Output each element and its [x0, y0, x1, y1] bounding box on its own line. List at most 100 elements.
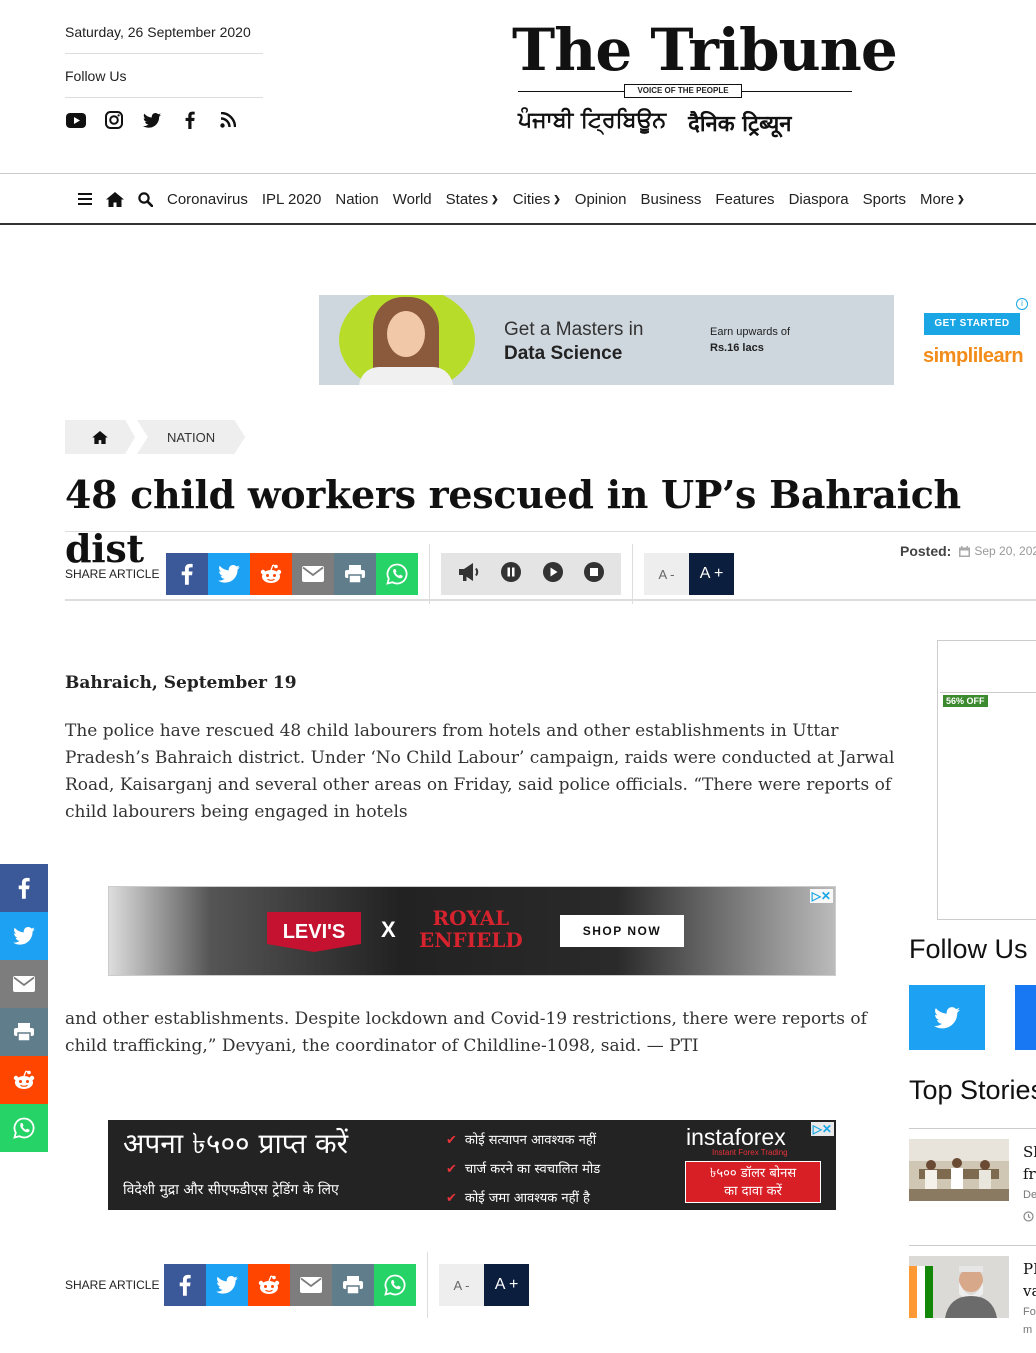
print-button[interactable]	[332, 1264, 374, 1306]
breadcrumb-section[interactable]: NATION	[137, 420, 246, 454]
facebook-icon	[179, 1274, 191, 1296]
share-facebook-button[interactable]	[166, 553, 208, 595]
nav-item-diaspora[interactable]: Diaspora	[782, 191, 856, 208]
nav-item-coronavirus[interactable]: Coronavirus	[160, 191, 255, 208]
audio-player	[441, 553, 621, 595]
share-reddit-button[interactable]	[250, 553, 292, 595]
rss-icon[interactable]	[217, 109, 239, 131]
nav-item-sports[interactable]: Sports	[856, 191, 913, 208]
facebook-icon[interactable]	[179, 109, 201, 131]
nav-label: Opinion	[574, 190, 627, 208]
nav-item-business[interactable]: Business	[633, 191, 708, 208]
ad-feature: ✔ कोई जमा आवश्यक नहीं है	[446, 1184, 600, 1210]
menu-icon[interactable]	[70, 174, 100, 224]
print-icon	[14, 1023, 34, 1041]
divider	[427, 1252, 428, 1318]
whatsapp-icon	[384, 1274, 406, 1296]
speaker-icon[interactable]	[457, 562, 481, 587]
share-email-button[interactable]	[290, 1264, 332, 1306]
sidebar-ad-box[interactable]: 56% OFF	[937, 640, 1036, 920]
share-twitter-button[interactable]	[0, 912, 48, 960]
play-icon[interactable]	[542, 561, 564, 588]
claim-bonus-button[interactable]: ৳५०० डॉलर बोनस का दावा करें	[685, 1161, 821, 1203]
nav-item-states[interactable]: States ❯	[439, 191, 506, 208]
follow-twitter-button[interactable]	[909, 985, 985, 1050]
ad-info-icon[interactable]: i	[1016, 298, 1028, 310]
nav-item-ipl-2020[interactable]: IPL 2020	[255, 191, 329, 208]
story-title-line: Sh	[1023, 1143, 1036, 1161]
pause-icon[interactable]	[500, 561, 522, 588]
story-item[interactable]: PI va Fo m	[909, 1256, 1036, 1346]
ad-text: का दावा करें	[724, 1184, 782, 1199]
ad-text: Instant Forex Trading	[712, 1148, 788, 1157]
font-size-controls: A - A +	[439, 1264, 529, 1306]
share-whatsapp-button[interactable]	[0, 1104, 48, 1152]
divider	[429, 544, 430, 604]
search-icon[interactable]	[130, 174, 160, 224]
share-twitter-button[interactable]	[206, 1264, 248, 1306]
share-whatsapp-button[interactable]	[374, 1264, 416, 1306]
breadcrumb-home[interactable]	[65, 420, 135, 454]
punjabi-tribune-link[interactable]: ਪੰਜਾਬੀ ਟ੍ਰਿਬਿਊਨ	[518, 108, 666, 138]
share-bar-bottom: SHARE ARTICLE A - A +	[65, 1252, 529, 1318]
get-started-button[interactable]: GET STARTED	[924, 313, 1020, 335]
nav-label: Business	[640, 190, 702, 208]
decrease-font-button[interactable]: A -	[644, 553, 689, 595]
ad-text: X	[381, 917, 396, 942]
share-facebook-button[interactable]	[164, 1264, 206, 1306]
story-meta: Fo	[1023, 1306, 1036, 1318]
shop-now-button[interactable]: SHOP NOW	[560, 915, 684, 947]
print-button[interactable]	[334, 553, 376, 595]
stop-icon[interactable]	[583, 561, 605, 588]
ad-close-icon[interactable]: ▷✕	[810, 1122, 834, 1136]
data-science-ad[interactable]: Get a Masters in Data Science Earn upwar…	[319, 295, 894, 385]
posted-info: Posted: Sep 20, 2020	[900, 543, 1036, 559]
share-email-button[interactable]	[292, 553, 334, 595]
nav-label: World	[392, 190, 432, 208]
instaforex-ad[interactable]: अपना ৳५०० प्राप्त करें विदेशी मुद्रा और …	[108, 1120, 836, 1210]
facebook-icon	[18, 877, 30, 899]
divider	[65, 599, 1036, 601]
ad-person-image	[359, 367, 453, 385]
nav-item-opinion[interactable]: Opinion	[568, 191, 634, 208]
levis-royal-enfield-ad[interactable]: LEVI'S X ROYAL ENFIELD SHOP NOW ▷✕	[108, 886, 836, 976]
ad-text: कोई जमा आवश्यक नहीं है	[464, 1191, 590, 1206]
ad-text: ৳५०० डॉलर बोनस	[709, 1166, 797, 1181]
nav-item-more[interactable]: More ❯	[913, 191, 972, 208]
article-paragraph: The police have rescued 48 child laboure…	[65, 721, 895, 822]
nav-item-features[interactable]: Features	[708, 191, 781, 208]
dainik-tribune-link[interactable]: दैनिक ट्रिब्यून	[688, 108, 791, 138]
print-button[interactable]	[0, 1008, 48, 1056]
ad-brand-logo: simplilearn	[923, 345, 1024, 367]
follow-us-heading: Follow Us	[909, 934, 1028, 964]
nav-item-cities[interactable]: Cities ❯	[506, 191, 568, 208]
follow-facebook-button[interactable]	[1015, 985, 1036, 1050]
ad-close-icon[interactable]: ▷✕	[809, 889, 833, 903]
home-icon[interactable]	[100, 174, 130, 224]
site-logo[interactable]: The Tribune VOICE OF THE PEOPLE ਪੰਜਾਬੀ ਟ…	[512, 18, 898, 138]
logo-tagline: VOICE OF THE PEOPLE	[624, 84, 742, 98]
follow-us-label: Follow Us	[65, 68, 127, 84]
article-dateline: Bahraich, September 19	[65, 673, 297, 693]
story-item[interactable]: Sh fr De	[909, 1139, 1036, 1229]
nav-label: IPL 2020	[261, 190, 322, 208]
increase-font-button[interactable]: A +	[484, 1264, 529, 1306]
reddit-icon	[260, 564, 282, 583]
nav-item-world[interactable]: World	[386, 191, 439, 208]
share-twitter-button[interactable]	[208, 553, 250, 595]
instagram-icon[interactable]	[103, 109, 125, 131]
increase-font-button[interactable]: A +	[689, 553, 734, 595]
ad-text: ENFIELD	[419, 928, 523, 952]
nav-item-nation[interactable]: Nation	[328, 191, 385, 208]
share-reddit-button[interactable]	[0, 1056, 48, 1104]
nav-label: Coronavirus	[167, 190, 248, 208]
decrease-font-button[interactable]: A -	[439, 1264, 484, 1306]
share-email-button[interactable]	[0, 960, 48, 1008]
ad-text: कोई सत्यापन आवश्यक नहीं	[464, 1133, 597, 1148]
twitter-icon[interactable]	[141, 109, 163, 131]
share-reddit-button[interactable]	[248, 1264, 290, 1306]
youtube-icon[interactable]	[65, 109, 87, 131]
share-facebook-button[interactable]	[0, 864, 48, 912]
calendar-icon	[959, 545, 971, 557]
share-whatsapp-button[interactable]	[376, 553, 418, 595]
